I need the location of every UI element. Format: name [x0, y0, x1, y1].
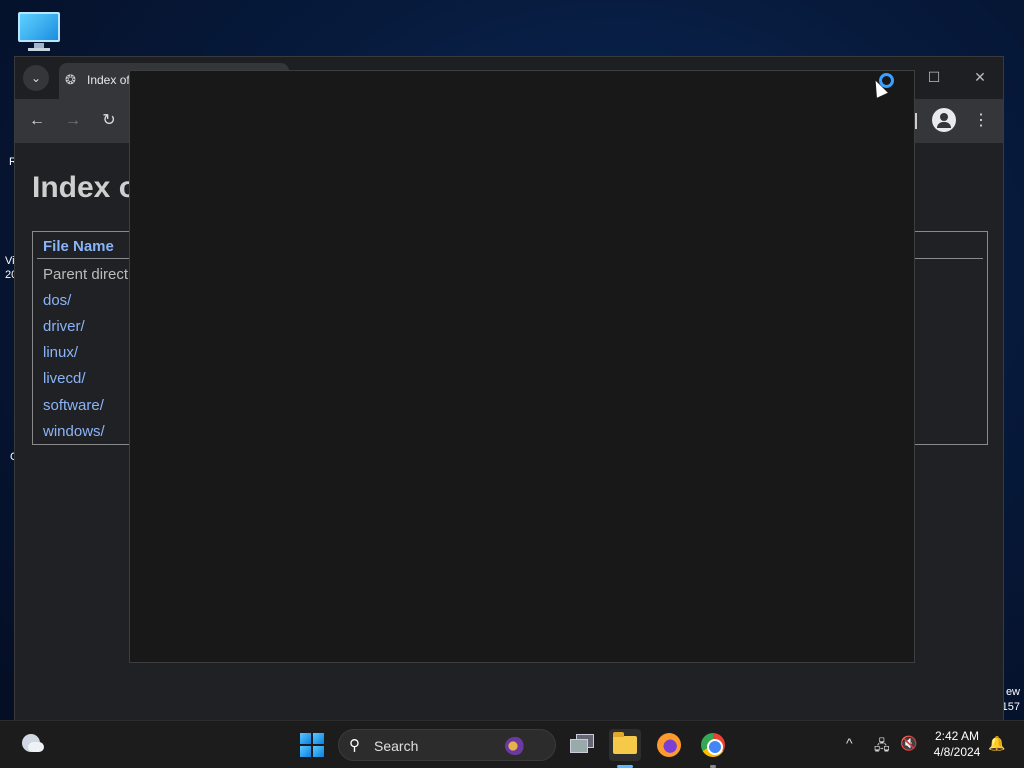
file-explorer-button[interactable] [609, 729, 641, 768]
table-row[interactable]: livecd/ [43, 370, 86, 387]
weather-widget-icon[interactable] [22, 734, 44, 754]
table-row[interactable]: software/ [43, 397, 104, 414]
desktop-label-fragment: 157 [1001, 701, 1020, 713]
back-button[interactable]: ← [25, 109, 49, 133]
browser-menu-button[interactable]: ⋮ [969, 109, 993, 133]
search-placeholder: Search [374, 738, 419, 754]
clock-date: 4/8/2024 [933, 745, 981, 759]
profile-avatar[interactable] [932, 108, 956, 132]
loading-window[interactable] [129, 70, 915, 663]
table-row[interactable]: Parent direct [43, 266, 128, 283]
page-title: Index o [32, 171, 138, 204]
maximize-button[interactable]: ☐ [919, 67, 949, 87]
table-row[interactable]: driver/ [43, 318, 85, 335]
start-button[interactable] [300, 733, 324, 757]
tab-title: Index of [87, 73, 130, 87]
desktop-label-fragment: ew [1005, 686, 1020, 698]
reload-button[interactable]: ↻ [97, 109, 121, 133]
close-button[interactable]: ✕ [965, 67, 995, 87]
taskbar: ⚲ Search ^ 🖧 🔇 2:42 AM 4/8/2024 🔔 [0, 720, 1024, 768]
search-icon: ⚲ [349, 737, 360, 754]
table-row[interactable]: dos/ [43, 292, 71, 309]
table-row[interactable]: windows/ [43, 423, 105, 440]
page-favicon-icon: ❂ [65, 72, 76, 87]
this-pc-icon[interactable] [16, 10, 62, 52]
forward-button[interactable]: → [61, 109, 85, 133]
volume-muted-icon[interactable]: 🔇 [900, 735, 917, 752]
firefox-button[interactable] [653, 729, 685, 761]
taskbar-search[interactable]: ⚲ Search [338, 729, 556, 761]
network-icon[interactable]: 🖧 [874, 735, 890, 759]
task-view-button[interactable] [567, 729, 599, 761]
clock-time: 2:42 AM [934, 729, 980, 743]
search-highlight-icon [505, 737, 525, 755]
chevron-down-icon[interactable]: ⌄ [23, 65, 49, 91]
clock[interactable]: 2:42 AM 4/8/2024 [926, 728, 988, 760]
notification-icon[interactable]: 🔔 [988, 735, 1005, 752]
table-row[interactable]: linux/ [43, 344, 78, 361]
show-hidden-icons-button[interactable]: ^ [846, 735, 853, 751]
chrome-button[interactable] [697, 729, 729, 768]
column-header-file-name[interactable]: File Name [43, 238, 114, 255]
